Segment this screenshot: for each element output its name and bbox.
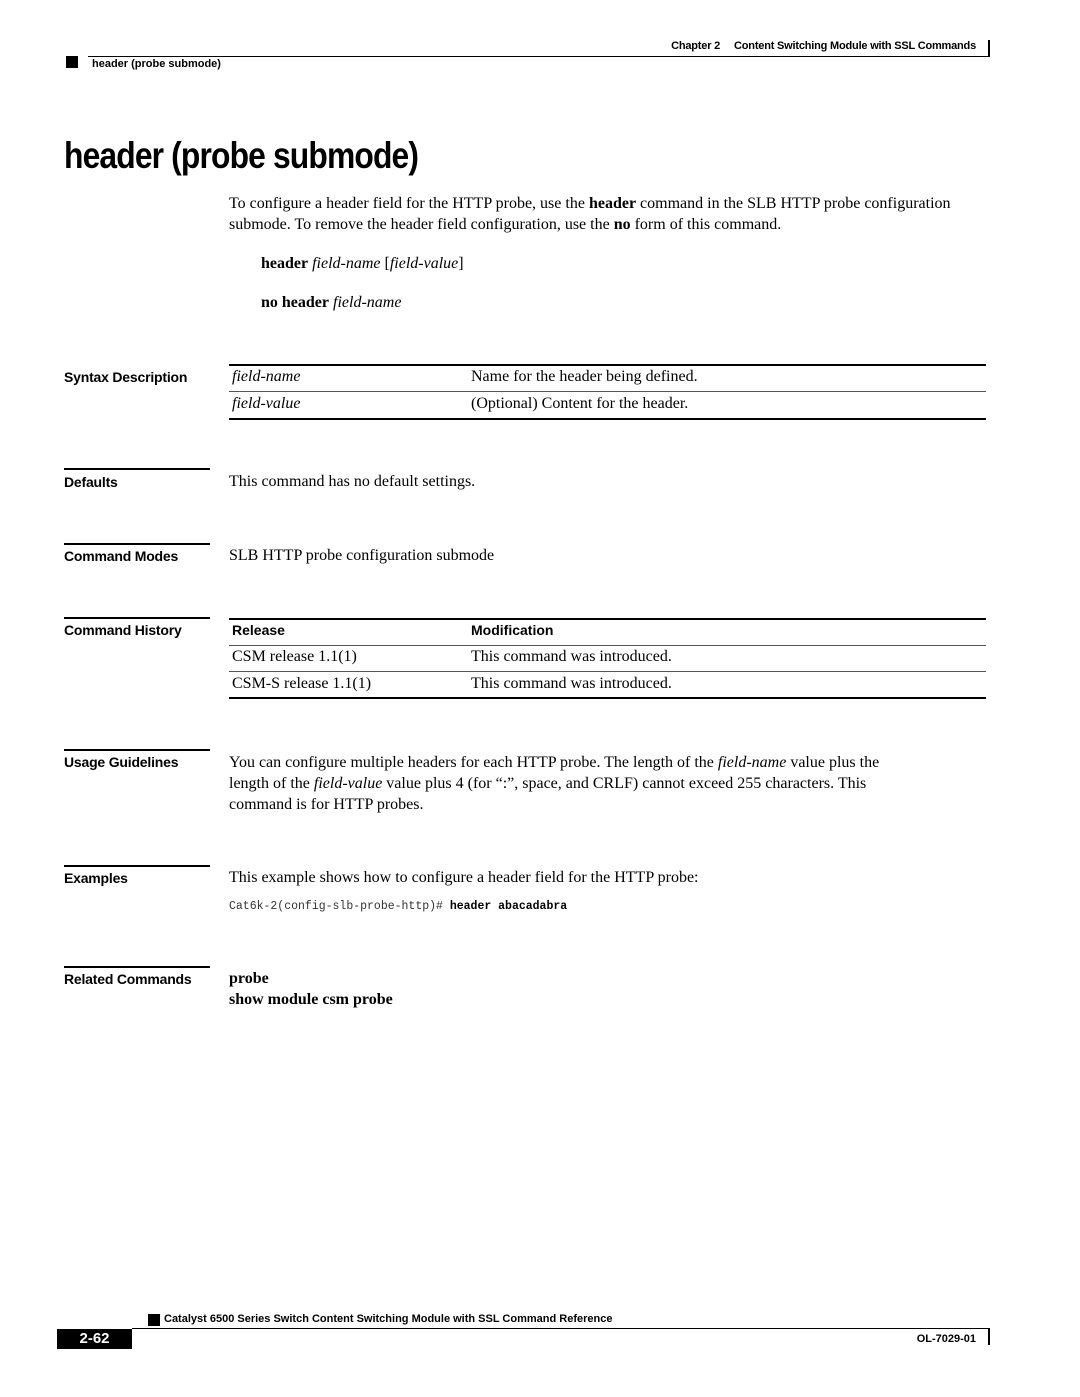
related-commands-heading: Related Commands	[64, 971, 192, 987]
syntax-param: field-value	[232, 395, 300, 413]
command-history-heading: Command History	[64, 622, 182, 638]
related-command-link[interactable]: probe	[229, 970, 269, 988]
usage-text: length of the	[229, 775, 314, 792]
chapter-title: Content Switching Module with SSL Comman…	[734, 40, 976, 52]
param-name: field-name	[232, 368, 301, 385]
history-table-bottom-rule	[229, 697, 986, 699]
syntax-table-top-rule	[229, 364, 986, 366]
cli-command: header abacadabra	[449, 900, 568, 913]
footer-square-marker	[148, 1314, 160, 1326]
running-header-chapter: Chapter 2 Content Switching Module with S…	[560, 40, 976, 52]
syntax-param: field-name	[232, 368, 300, 386]
usage-line: You can configure multiple headers for e…	[229, 752, 999, 773]
command-modes-heading: Command Modes	[64, 548, 179, 564]
intro-keyword-no: no	[613, 216, 631, 233]
cli-prompt: Cat6k-2(config-slb-probe-http)#	[229, 900, 450, 913]
intro-text: To configure a header field for the HTTP…	[229, 195, 589, 212]
chapter-label: Chapter 2	[671, 40, 721, 52]
command-syntax: header field-name [field-value]	[261, 253, 464, 274]
page-title: header (probe submode)	[64, 135, 419, 176]
history-table-header-rule	[229, 645, 986, 646]
footer-bar-marker	[988, 1329, 990, 1345]
no-command-syntax: no header field-name	[261, 292, 401, 313]
usage-line: command is for HTTP probes.	[229, 796, 424, 813]
syntax-argument: field-name	[333, 294, 402, 311]
related-commands-rule	[64, 966, 210, 968]
usage-text: You can configure multiple headers for e…	[229, 754, 718, 771]
history-column-release: Release	[232, 622, 285, 638]
defaults-text: This command has no default settings.	[229, 473, 476, 490]
command-modes-text: SLB HTTP probe configuration submode	[229, 547, 495, 564]
syntax-param-description: (Optional) Content for the header.	[471, 395, 689, 412]
syntax-description-heading: Syntax Description	[64, 369, 188, 385]
intro-keyword-header: header	[588, 195, 637, 212]
usage-term: field-value	[313, 775, 383, 792]
running-header-section: header (probe submode)	[92, 58, 221, 70]
doc-number: OL-7029-01	[916, 1333, 976, 1345]
history-release: CSM-S release 1.1(1)	[232, 675, 372, 692]
syntax-bracket: [	[380, 255, 390, 272]
history-column-modification: Modification	[471, 622, 554, 638]
usage-guidelines-rule	[64, 749, 210, 751]
syntax-table-row-rule	[229, 391, 986, 392]
history-table-top-rule	[229, 618, 986, 620]
syntax-param-description: Name for the header being defined.	[471, 368, 698, 385]
header-rule	[88, 56, 990, 57]
intro-text: form of this command.	[630, 216, 782, 233]
page-number: 2-62	[57, 1329, 132, 1349]
syntax-argument: field-name	[312, 255, 381, 272]
example-code: Cat6k-2(config-slb-probe-http)# header a…	[229, 900, 567, 913]
history-table-row-rule	[229, 671, 986, 672]
usage-line: length of the field-value value plus 4 (…	[229, 773, 999, 794]
defaults-heading: Defaults	[64, 474, 118, 490]
command-history-rule	[64, 617, 210, 619]
usage-text: value plus the	[786, 754, 880, 771]
examples-text: This example shows how to configure a he…	[229, 869, 699, 886]
history-modification: This command was introduced.	[471, 648, 672, 665]
syntax-table-bottom-rule	[229, 418, 986, 420]
history-modification: This command was introduced.	[471, 675, 672, 692]
syntax-bracket: ]	[458, 255, 464, 272]
syntax-command: header	[261, 255, 309, 272]
usage-guidelines-heading: Usage Guidelines	[64, 754, 179, 770]
related-command-link[interactable]: show module csm probe	[229, 991, 393, 1009]
command-modes-rule	[64, 543, 210, 545]
syntax-command: no header	[261, 294, 329, 311]
examples-rule	[64, 865, 210, 867]
examples-heading: Examples	[64, 870, 128, 886]
usage-term: field-name	[717, 754, 787, 771]
history-release: CSM release 1.1(1)	[232, 648, 357, 665]
usage-guidelines-text: You can configure multiple headers for e…	[229, 752, 999, 815]
defaults-rule	[64, 468, 210, 470]
header-bar-marker	[988, 40, 990, 56]
header-square-marker	[66, 56, 78, 68]
intro-paragraph: To configure a header field for the HTTP…	[229, 193, 989, 235]
syntax-optional-argument: field-value	[389, 255, 459, 272]
footer-book-title: Catalyst 6500 Series Switch Content Swit…	[164, 1313, 613, 1325]
param-name: field-value	[232, 395, 301, 412]
footer-rule	[132, 1328, 990, 1329]
usage-text: value plus 4 (for “:”, space, and CRLF) …	[382, 775, 867, 792]
